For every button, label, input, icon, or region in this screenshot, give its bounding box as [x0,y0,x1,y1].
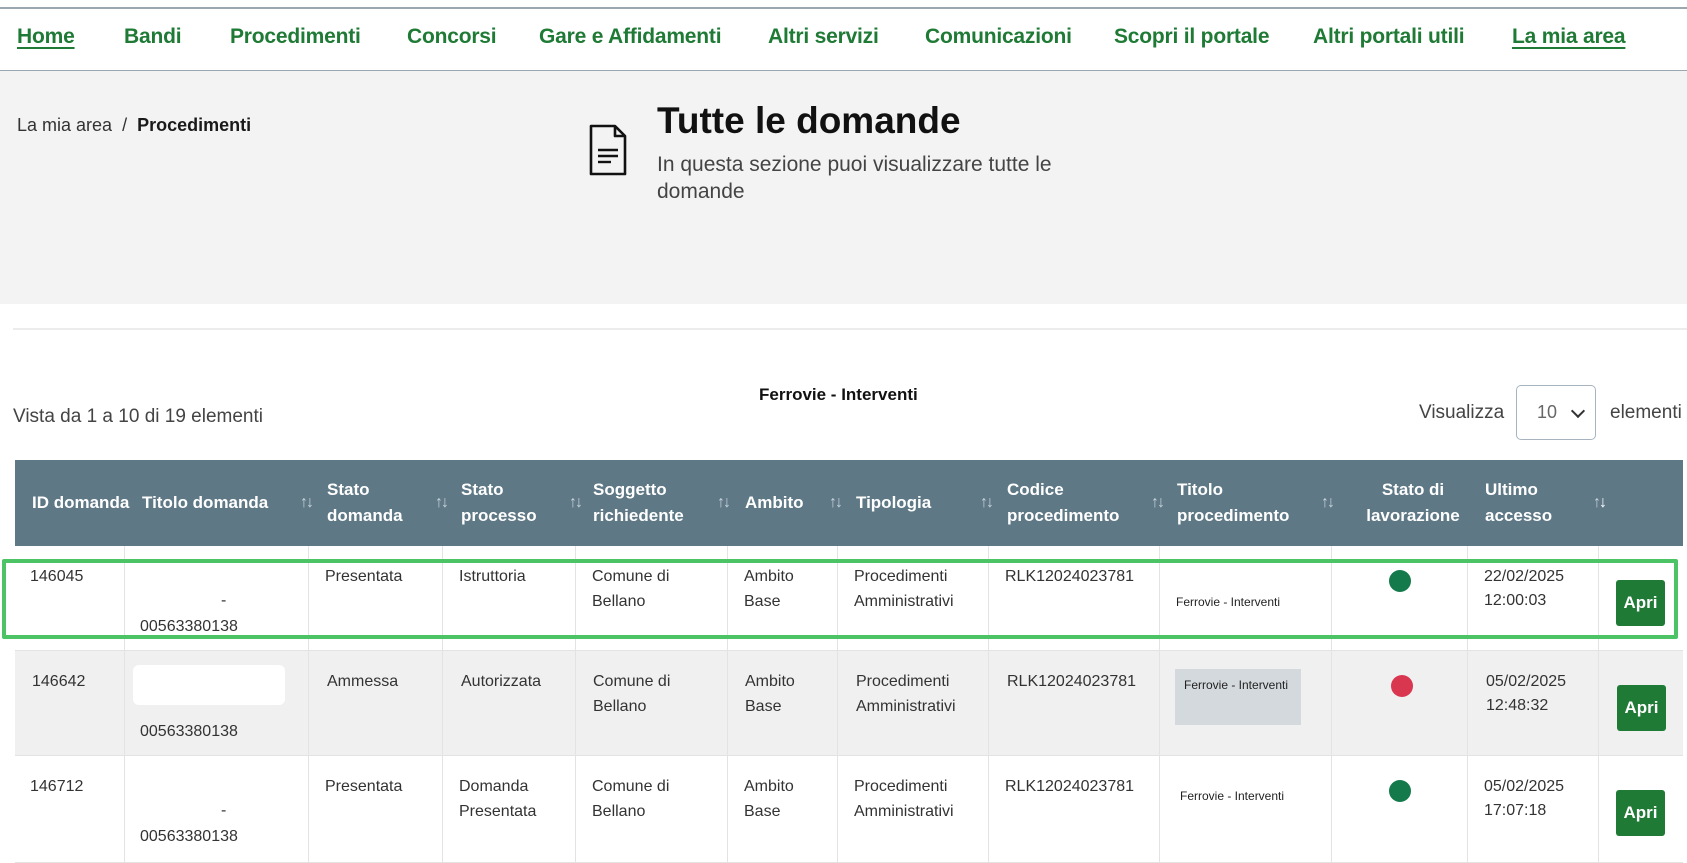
document-icon [589,124,627,176]
cell-id: 146642 [32,673,86,690]
col-id-domanda[interactable]: ID domanda [32,460,132,546]
status-dot-green [1389,570,1411,592]
sort-icon[interactable]: ↑↓ [717,490,731,516]
table-row: 146712 - 00563380138 Presentata Domanda … [15,756,1683,863]
col-stato-lavorazione[interactable]: Stato di lavorazione [1348,460,1478,546]
nav-scopri-portale[interactable]: Scopri il portale [1114,25,1270,49]
breadcrumb-current: Procedimenti [137,115,252,135]
cell-titolo-procedimento: Ferrovie - Interventi [1184,678,1289,692]
nav-altri-portali[interactable]: Altri portali utili [1313,25,1465,49]
cell-titolo-dash: - [221,592,227,609]
nav-concorsi[interactable]: Concorsi [407,25,497,49]
sort-icon[interactable]: ↑↓ [300,490,314,516]
table-row: 146045 - 00563380138 Presentata Istrutto… [15,546,1683,651]
nav-altri-servizi[interactable]: Altri servizi [768,25,879,49]
section-divider [13,328,1687,330]
cell-ambito: Ambito Base [744,778,794,820]
page-size-suffix: elementi [1610,402,1682,423]
cell-ora: 17:07:18 [1484,802,1547,819]
cell-id: 146045 [30,568,84,585]
chevron-down-icon [1570,403,1586,419]
col-stato-domanda[interactable]: Stato domanda ↑↓ [327,460,457,546]
sort-icon[interactable]: ↑↓ [569,490,583,516]
col-titolo-domanda[interactable]: Titolo domanda ↑↓ [142,460,322,546]
cell-soggetto: Comune di Bellano [592,568,670,610]
cell-ambito: Ambito Base [745,673,795,715]
cell-codice: RLK12024023781 [1005,778,1135,795]
col-ambito[interactable]: Ambito ↑↓ [745,460,851,546]
col-ultimo-accesso[interactable]: Ultimo accesso ↑↓ [1485,460,1615,546]
page-subtitle: In questa sezione puoi visualizzare tutt… [657,153,1052,203]
sort-icon[interactable]: ↑↓ [980,490,994,516]
nav-bandi[interactable]: Bandi [124,25,182,49]
nav-comunicazioni[interactable]: Comunicazioni [925,25,1072,49]
open-button[interactable]: Apri [1617,685,1666,731]
page-title: Tutte le domande [657,100,961,141]
breadcrumb-separator: / [122,115,128,135]
cell-soggetto: Comune di Bellano [593,673,671,715]
cell-stato-processo: Autorizzata [461,673,542,690]
cell-stato-processo: Domanda Presentata [459,778,537,820]
sort-icon[interactable]: ↑↓ [1593,490,1607,516]
redacted-title [133,665,285,705]
cell-stato-domanda: Ammessa [327,673,399,690]
nav-gare-affidamenti[interactable]: Gare e Affidamenti [539,25,722,49]
col-titolo-procedimento[interactable]: Titolo procedimento ↑↓ [1177,460,1343,546]
cell-titolo-dash: - [221,802,227,819]
table-header: ID domanda Titolo domanda ↑↓ Stato domand… [15,460,1683,546]
cell-tipologia: Procedimenti Amministrativi [854,778,954,820]
cell-codice: RLK12024023781 [1005,568,1135,585]
cell-ora: 12:00:03 [1484,592,1547,609]
status-dot-green [1389,780,1411,802]
cell-soggetto: Comune di Bellano [592,778,670,820]
col-stato-processo[interactable]: Stato processo ↑↓ [461,460,591,546]
cell-titolo-procedimento: Ferrovie - Interventi [1180,789,1285,803]
cell-stato-domanda: Presentata [325,778,403,795]
cell-titolo-procedimento: Ferrovie - Interventi [1176,595,1281,609]
page-size-select[interactable]: 10 [1516,385,1596,440]
cell-id: 146712 [30,778,84,795]
cell-stato-domanda: Presentata [325,568,403,585]
col-tipologia[interactable]: Tipologia ↑↓ [856,460,1002,546]
sort-icon[interactable]: ↑↓ [1151,490,1165,516]
cell-data: 22/02/2025 [1484,568,1565,585]
results-count: Vista da 1 a 10 di 19 elementi [13,406,263,427]
cell-stato-processo: Istruttoria [459,568,526,585]
page-size-value: 10 [1537,402,1558,422]
sort-icon[interactable]: ↑↓ [829,490,843,516]
sort-icon[interactable]: ↑↓ [435,490,449,516]
breadcrumb-parent[interactable]: La mia area [17,115,112,135]
open-button[interactable]: Apri [1616,790,1665,836]
table-row: 146642 00563380138 Ammessa Autorizzata C… [15,651,1683,756]
status-dot-red [1391,675,1413,697]
cell-ora: 12:48:32 [1486,697,1549,714]
cell-data: 05/02/2025 [1486,673,1567,690]
col-soggetto-richiedente[interactable]: Soggetto richiedente ↑↓ [593,460,739,546]
nav-home[interactable]: Home [17,25,75,49]
col-codice-procedimento[interactable]: Codice procedimento ↑↓ [1007,460,1173,546]
cell-tipologia: Procedimenti Amministrativi [856,673,956,715]
cell-data: 05/02/2025 [1484,778,1565,795]
cell-titolo-code: 00563380138 [140,723,238,740]
cell-tipologia: Procedimenti Amministrativi [854,568,954,610]
breadcrumb: La mia area / Procedimenti [17,115,251,136]
cell-ambito: Ambito Base [744,568,794,610]
sort-icon[interactable]: ↑↓ [1321,490,1335,516]
open-button[interactable]: Apri [1616,580,1665,626]
cell-titolo-code: 00563380138 [140,828,238,845]
cell-titolo-code: 00563380138 [140,618,238,635]
page-size-label: Visualizza [1419,402,1505,423]
nav-procedimenti[interactable]: Procedimenti [230,25,361,49]
main-navbar: Home Bandi Procedimenti Concorsi Gare e … [0,9,1687,71]
nav-la-mia-area[interactable]: La mia area [1512,25,1626,49]
cell-codice: RLK12024023781 [1007,673,1137,690]
filter-label: Ferrovie - Interventi [759,385,918,404]
